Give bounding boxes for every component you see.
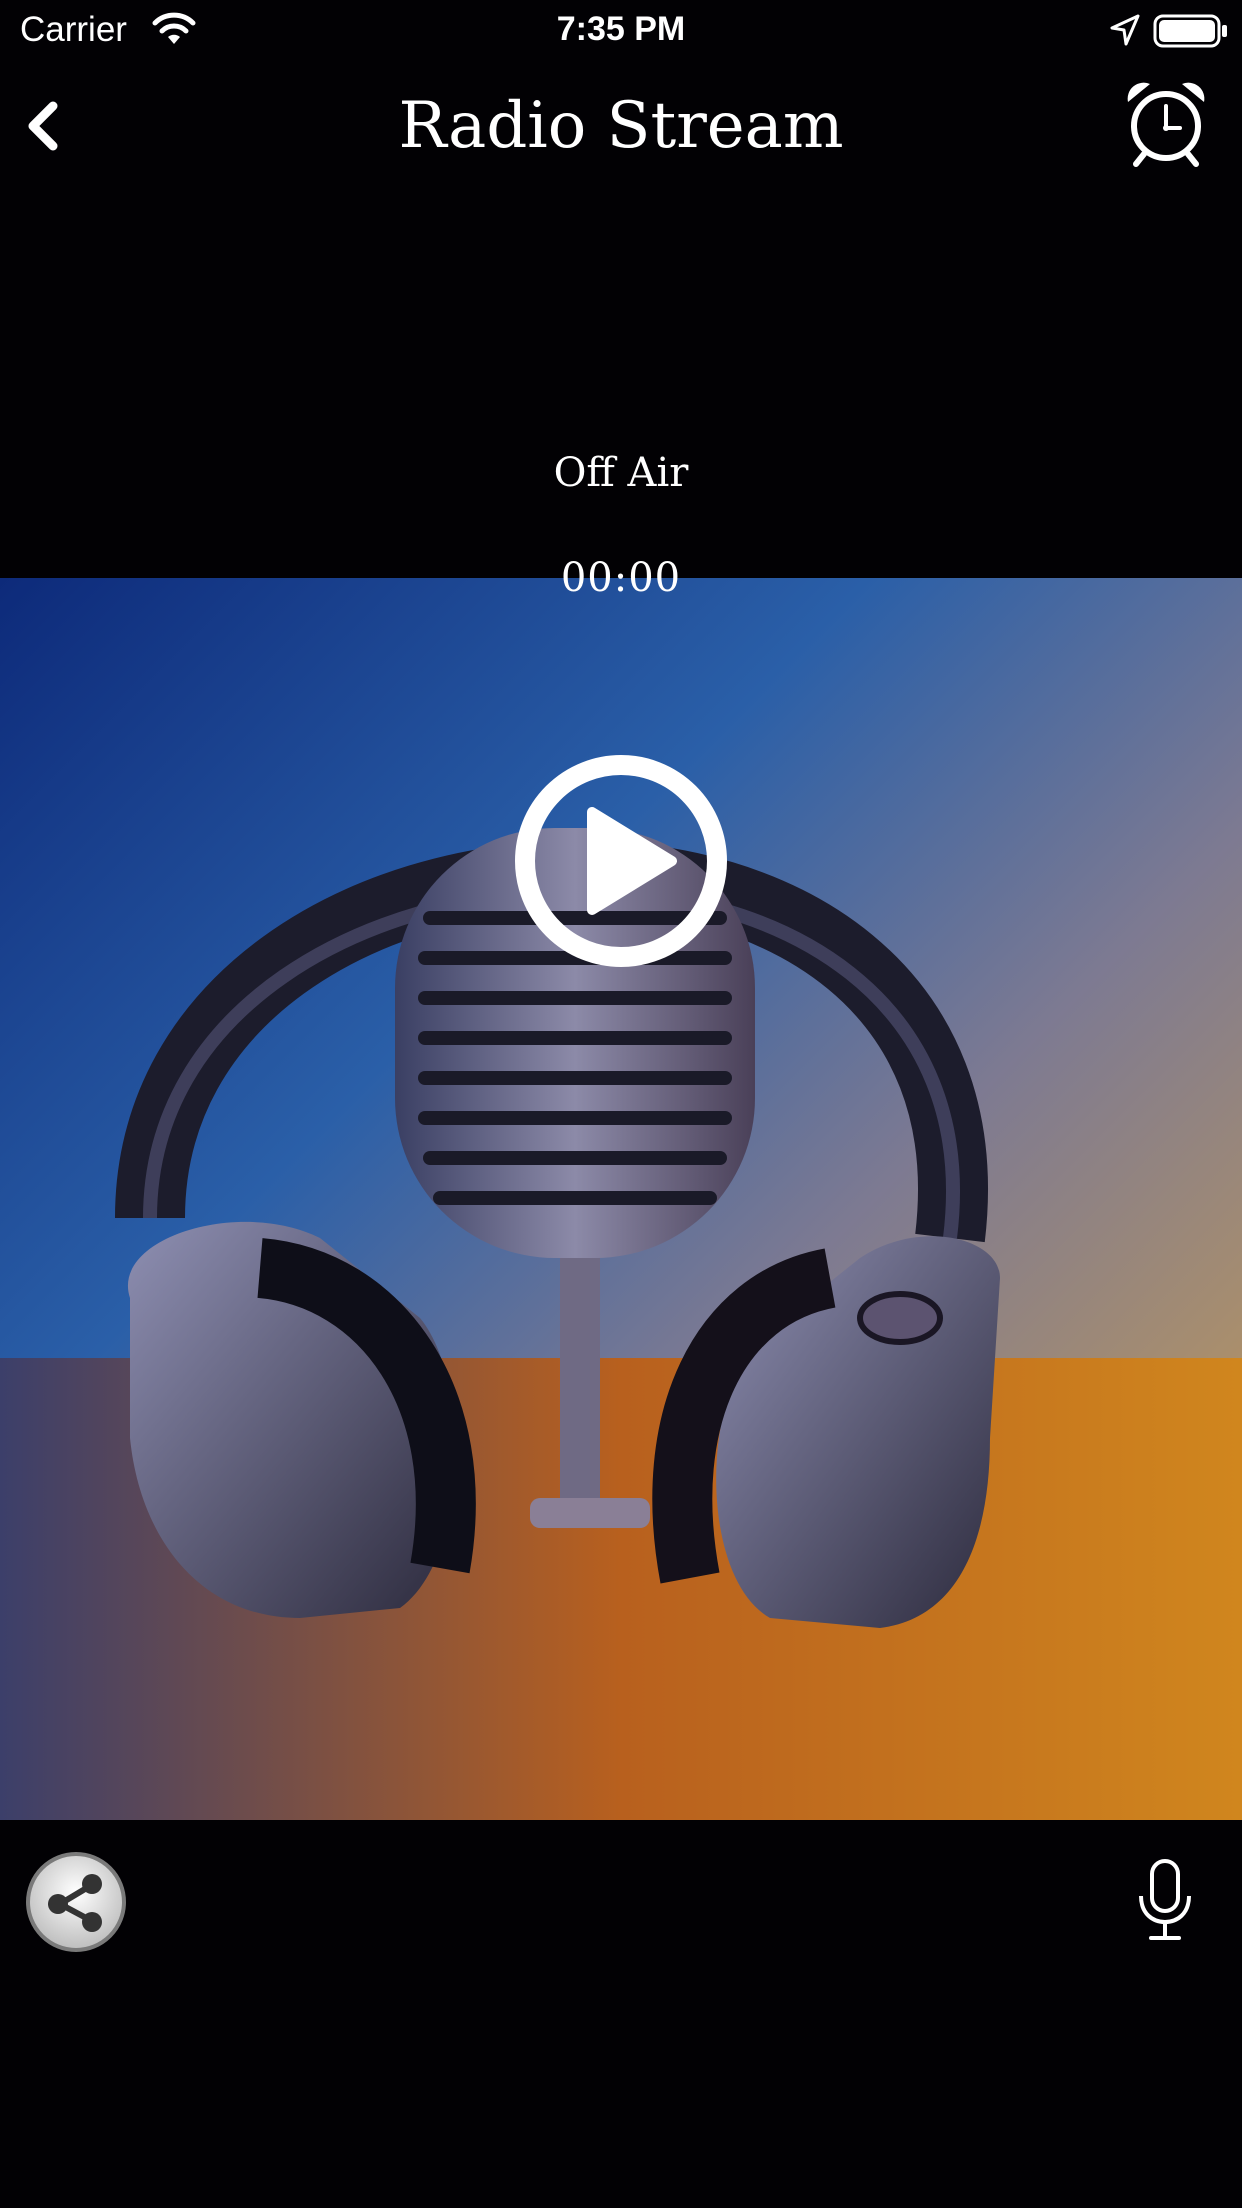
battery-icon xyxy=(1153,14,1229,57)
play-circle-icon xyxy=(515,755,727,967)
clock-time: 7:35 PM xyxy=(556,10,686,48)
station-status: Off Air xyxy=(553,450,689,496)
navigation-bar: Radio Stream xyxy=(0,70,1242,180)
microphone-icon xyxy=(1139,1859,1191,1940)
page-title: Radio Stream xyxy=(398,89,844,163)
share-icon xyxy=(26,1852,126,1952)
microphone-button[interactable] xyxy=(1135,1858,1195,1942)
alarm-clock-icon xyxy=(1127,82,1205,167)
play-button[interactable] xyxy=(512,752,730,970)
alarm-button[interactable] xyxy=(1122,78,1210,168)
elapsed-time: 00:00 xyxy=(560,555,682,601)
share-button[interactable] xyxy=(24,1850,128,1954)
location-arrow-icon xyxy=(1110,14,1140,55)
status-bar: Carrier 7:35 PM xyxy=(0,0,1242,60)
